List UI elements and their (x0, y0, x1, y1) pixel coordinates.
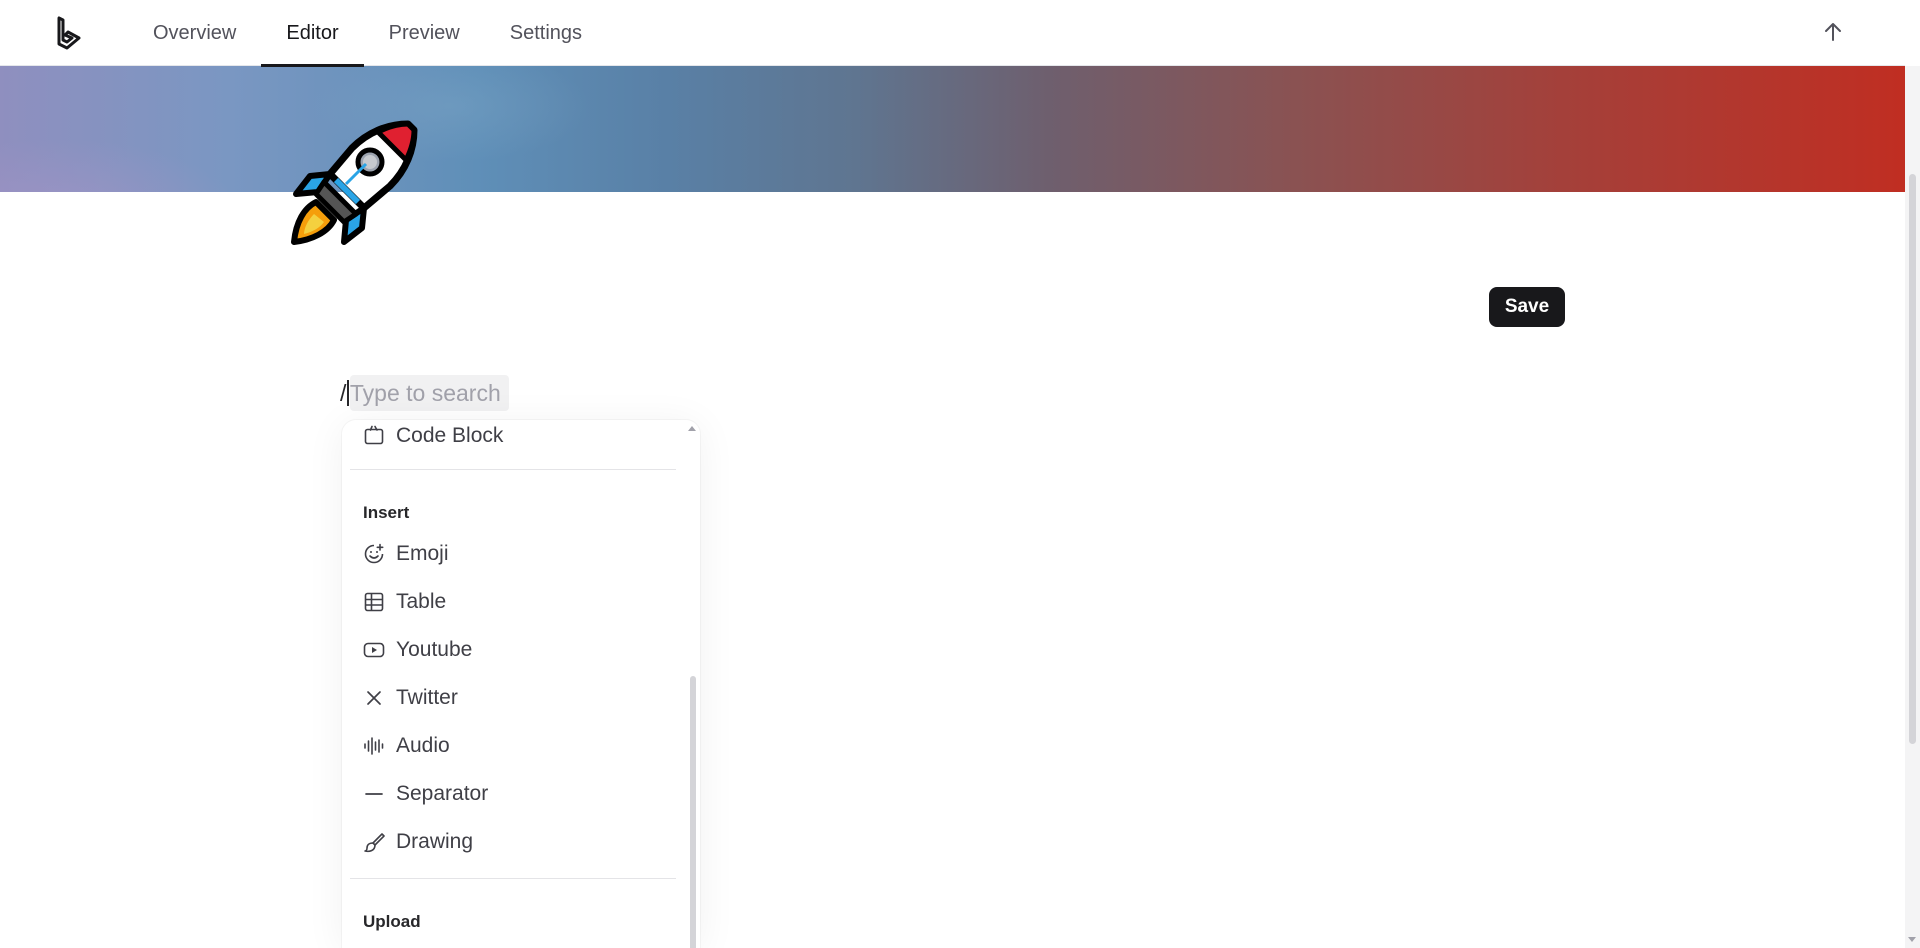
menu-item-emoji[interactable]: Emoji (362, 534, 662, 574)
menu-item-drawing[interactable]: Drawing (362, 822, 662, 862)
nav-tabs: Overview Editor Preview Settings (128, 0, 607, 67)
slash-character: / (340, 379, 347, 406)
separator-icon (362, 782, 386, 806)
menu-scroll-up-arrow-icon[interactable] (688, 426, 696, 431)
menu-item-label: Emoji (396, 542, 449, 565)
editor-app: Overview Editor Preview Settings Save / … (0, 0, 1920, 948)
scroll-down-arrow-icon[interactable] (1908, 937, 1916, 942)
tab-settings[interactable]: Settings (485, 0, 607, 66)
rocket-emoji-icon[interactable] (290, 118, 420, 248)
menu-item-label: Table (396, 590, 447, 613)
twitter-x-icon (362, 686, 386, 710)
arrow-up-icon (1825, 23, 1841, 41)
emoji-icon (362, 542, 386, 566)
menu-item-label: Drawing (396, 830, 474, 853)
top-navigation-bar: Overview Editor Preview Settings (0, 0, 1905, 67)
table-icon (362, 590, 386, 614)
menu-item-label: Code Block (396, 424, 504, 447)
slash-command-menu[interactable]: Code Block Insert Emoji Table Youtube Tw… (342, 420, 700, 948)
menu-section-upload: Upload (363, 912, 421, 931)
menu-item-label: Youtube (396, 638, 473, 661)
menu-divider (350, 878, 676, 879)
slash-search-placeholder[interactable]: Type to search (349, 375, 509, 411)
page-scrollbar[interactable] (1905, 66, 1920, 948)
menu-item-audio[interactable]: Audio (362, 726, 662, 766)
menu-item-label: Twitter (396, 686, 458, 709)
menu-item-youtube[interactable]: Youtube (362, 630, 662, 670)
audio-icon (362, 734, 386, 758)
text-caret (347, 380, 349, 406)
menu-item-separator[interactable]: Separator (362, 774, 662, 814)
tab-overview[interactable]: Overview (128, 0, 261, 66)
page-cover-banner[interactable] (0, 66, 1905, 192)
menu-item-label: Audio (396, 734, 450, 757)
menu-item-table[interactable]: Table (362, 582, 662, 622)
menu-item-twitter[interactable]: Twitter (362, 678, 662, 718)
code-block-icon (362, 424, 386, 448)
tab-editor[interactable]: Editor (261, 0, 364, 67)
menu-scrollbar-thumb[interactable] (690, 676, 696, 948)
slash-command-input[interactable]: / Type to search (340, 374, 509, 412)
youtube-icon (362, 638, 386, 662)
scroll-to-top-button[interactable] (1818, 17, 1848, 47)
menu-item-label: Separator (396, 782, 489, 805)
drawing-brush-icon (362, 830, 386, 854)
app-logo-icon[interactable] (52, 15, 86, 51)
menu-item-code-block[interactable]: Code Block (362, 420, 662, 456)
menu-section-insert: Insert (363, 503, 410, 522)
tab-preview[interactable]: Preview (364, 0, 485, 66)
page-scrollbar-thumb[interactable] (1909, 174, 1916, 744)
save-button[interactable]: Save (1489, 287, 1565, 327)
menu-divider (350, 469, 676, 470)
